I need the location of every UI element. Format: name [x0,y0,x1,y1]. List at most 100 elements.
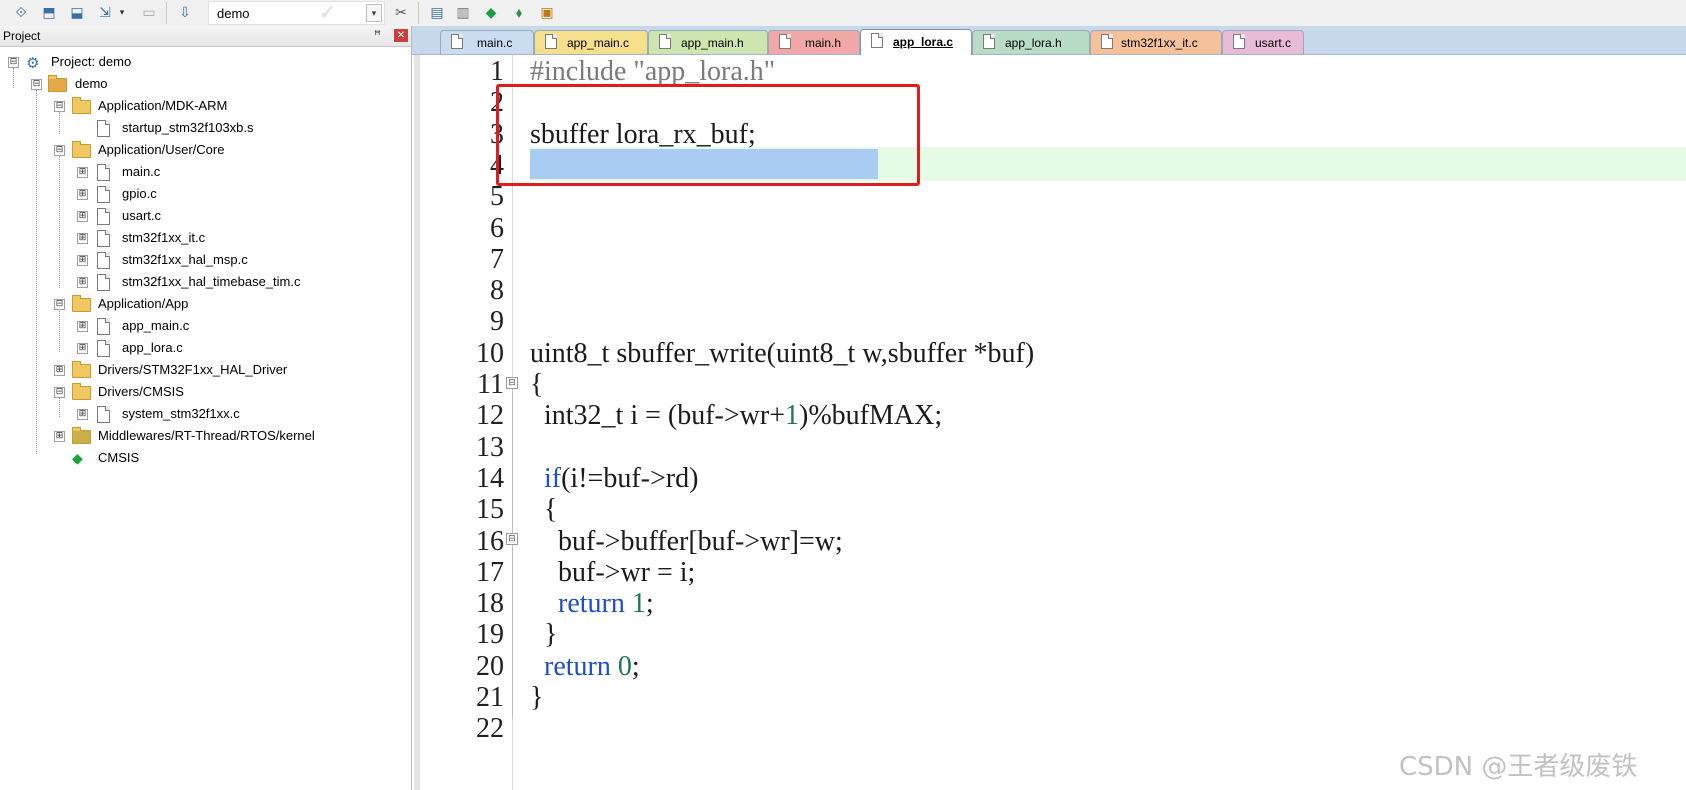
manage-icon[interactable]: ▤ [426,1,448,23]
stop-build-icon[interactable]: ▭ [138,1,160,23]
download-icon[interactable]: ⇩ [174,1,196,23]
code-line[interactable]: } [530,619,557,651]
code-line[interactable]: buf->buffer[buf->wr]=w; [530,526,843,558]
expand-icon[interactable]: ⊞ [54,365,65,376]
toolbar: ⟐ ⬒ ⬓ ⇲ ▾ ▭ ⇩ demo ✓ ▾ ✂ ▤ ▥ ◆ ⬧ ▣ [0,0,1686,27]
folder-icon [72,97,91,114]
code-line[interactable]: return 1; [530,588,654,620]
tab-main-c[interactable]: main.c [440,30,534,54]
target-select[interactable]: demo ✓ ▾ [208,1,385,25]
collapse-icon[interactable]: ⊟ [54,387,65,398]
collapse-icon[interactable]: ⊟ [54,299,65,310]
tree-item-file[interactable]: ⊞ stm32f1xx_hal_timebase_tim.c [0,272,411,294]
watermark: CSDN @王者级废铁 [1399,752,1638,782]
line-number: 16 [476,525,504,557]
expand-icon[interactable]: ⊞ [77,321,88,332]
line-number: 12 [476,400,504,432]
batch-build-icon[interactable]: ⬓ [66,1,88,23]
expand-icon[interactable]: ⊞ [77,343,88,354]
expand-icon[interactable]: ⊞ [54,431,65,442]
pin-icon[interactable]: ꟸ [374,28,381,42]
fold-collapse-icon[interactable]: ⊟ [506,533,518,545]
expand-icon[interactable]: ⊞ [77,255,88,266]
load-dropdown-icon[interactable]: ▾ [116,1,128,23]
expand-icon[interactable]: ⊞ [77,167,88,178]
folder-icon [72,383,91,400]
code-line[interactable]: { [530,369,543,401]
chevron-down-icon[interactable]: ▾ [366,4,382,22]
tree-item-component[interactable]: ◆ CMSIS [0,448,411,470]
expand-icon[interactable]: ⊞ [77,233,88,244]
code-line[interactable]: uint8_t sbuffer_write(uint8_t w,sbuffer … [530,338,1034,370]
folder-icon [72,141,91,158]
tree-item-group[interactable]: ⊟ Application/MDK-ARM [0,96,411,118]
collapse-icon[interactable]: ⊟ [31,79,42,90]
project-pane: Project ꟸ ✕ ⊟ ⚙ Project: demo ⊟ demo ⊟ A… [0,26,412,790]
tree-item-label: stm32f1xx_hal_timebase_tim.c [122,274,301,289]
code-line[interactable]: buf->wr = i; [530,557,695,589]
file-icon [1101,34,1113,49]
file-icon [97,274,110,291]
tree-item-file[interactable]: ⊞ app_lora.c [0,338,411,360]
options-icon[interactable]: ✂ [390,1,412,23]
code-line[interactable]: } [530,682,543,714]
code-line[interactable]: if(i!=buf->rd) [530,463,698,495]
code-token: buf->wr = i; [530,556,696,588]
folder-icon [72,361,91,378]
project-icon: ⚙ [26,55,40,72]
run-icon[interactable]: ◆ [480,1,502,23]
tree-item-project[interactable]: ⊟ ⚙ Project: demo [0,52,411,74]
tab-label: usart.c [1255,36,1292,50]
build-icon[interactable]: ⟐ [10,1,32,23]
expand-icon[interactable]: ⊞ [77,277,88,288]
fold-collapse-icon[interactable]: ⊟ [506,377,518,389]
tree-item-group[interactable]: ⊟ Drivers/CMSIS [0,382,411,404]
tree-item-label: gpio.c [122,186,157,201]
tree-item-file[interactable]: ⊞ stm32f1xx_hal_msp.c [0,250,411,272]
tree-item-label: usart.c [122,208,162,223]
tab-main-h[interactable]: main.h [768,30,860,54]
tree-item-file[interactable]: ⊞ system_stm32f1xx.c [0,404,411,426]
collapse-icon[interactable]: ⊟ [54,145,65,156]
tree-item-file[interactable]: ⊞ main.c [0,162,411,184]
file-icon [871,33,883,48]
file-icon [451,34,463,49]
line-number: 2 [490,87,504,119]
tab-app-main-h[interactable]: app_main.h [648,30,768,54]
expand-icon[interactable]: ⊞ [77,211,88,222]
tab-app-lora-c[interactable]: app_lora.c [860,29,972,55]
code-line[interactable]: int32_t i = (buf->wr+1)%bufMAX; [530,400,942,432]
tree-item-file[interactable]: ⊞ gpio.c [0,184,411,206]
code-line[interactable]: return 0; [530,651,640,683]
package-icon[interactable]: ▣ [536,1,558,23]
tab-stm32f1xx-it-c[interactable]: stm32f1xx_it.c [1090,30,1222,54]
tree-item-label: Drivers/STM32F1xx_HAL_Driver [98,362,288,377]
collapse-icon[interactable]: ⊟ [8,57,19,68]
tree-item-file[interactable]: ⊞ usart.c [0,206,411,228]
tab-usart-c[interactable]: usart.c [1222,30,1304,54]
tree-item-file[interactable]: ⊞ app_main.c [0,316,411,338]
pack-installer-icon[interactable]: ⬧ [508,1,530,23]
tree-item-group[interactable]: ⊞ Drivers/STM32F1xx_HAL_Driver [0,360,411,382]
rebuild-icon[interactable]: ⬒ [38,1,60,23]
tree-item-file[interactable]: ⊞ stm32f1xx_it.c [0,228,411,250]
tab-app-lora-h[interactable]: app_lora.h [972,30,1090,54]
load-icon[interactable]: ⇲ [94,1,116,23]
line-number: 22 [476,713,504,745]
tree-item-group[interactable]: ⊟ Application/User/Core [0,140,411,162]
annotation-highlight-box [496,84,920,186]
file-icon [97,406,110,423]
tree-item-group[interactable]: ⊞ Middlewares/RT-Thread/RTOS/kernel [0,426,411,448]
collapse-icon[interactable]: ⊟ [54,101,65,112]
tab-app-main-c[interactable]: app_main.c [534,30,648,54]
tree-item-target[interactable]: ⊟ demo [0,74,411,96]
expand-icon[interactable]: ⊞ [77,189,88,200]
tree-item-label: demo [75,76,108,91]
file-icon [779,34,791,49]
file-extensions-icon[interactable]: ▥ [452,1,474,23]
code-line[interactable]: { [530,494,557,526]
close-icon[interactable]: ✕ [394,29,408,42]
expand-icon[interactable]: ⊞ [77,409,88,420]
tree-item-group[interactable]: ⊟ Application/App [0,294,411,316]
tree-item-file[interactable]: startup_stm32f103xb.s [0,118,411,140]
